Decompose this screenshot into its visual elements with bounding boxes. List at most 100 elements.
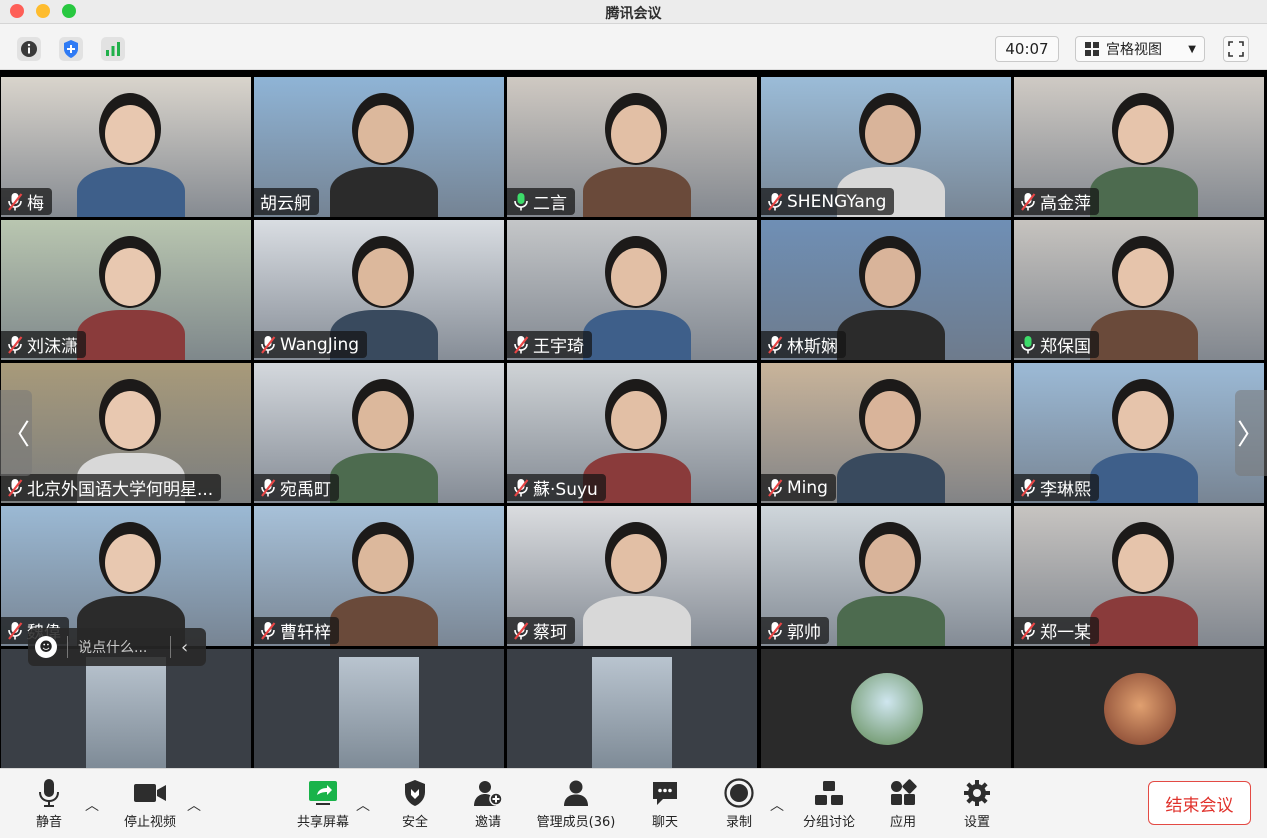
share-screen-button[interactable]: 共享屏幕	[294, 777, 352, 830]
mic-options-chevron-icon[interactable]: ︿	[85, 795, 99, 815]
next-page-arrow-icon[interactable]: 〉	[1235, 390, 1267, 476]
info-icon[interactable]	[17, 37, 41, 61]
participant-video-feed	[86, 657, 166, 768]
participant-video-tile[interactable]: 郑保国	[1014, 220, 1264, 360]
participant-name: SHENGYang	[787, 191, 887, 212]
settings-label: 设置	[963, 815, 990, 830]
participant-video-tile[interactable]: 蔡珂	[507, 506, 757, 646]
share-options-chevron-icon[interactable]: ︿	[356, 795, 370, 815]
chat-button[interactable]: 聊天	[650, 777, 680, 830]
participant-name-tag: 王宇琦	[507, 331, 592, 358]
participant-name-tag: 郭帅	[761, 617, 829, 644]
participant-video-tile[interactable]	[254, 649, 504, 768]
divider	[170, 636, 171, 658]
participant-video-tile[interactable]	[1, 649, 251, 768]
stop-video-button[interactable]: 停止视频	[122, 777, 178, 830]
participant-video-feed	[71, 232, 191, 360]
microphone-muted-icon	[8, 621, 23, 640]
apps-button[interactable]: 应用	[888, 777, 918, 830]
participant-video-feed	[831, 232, 951, 360]
participant-video-feed	[324, 518, 444, 646]
participant-video-tile[interactable]: WangJing	[254, 220, 504, 360]
participant-video-tile[interactable]: 郑一某	[1014, 506, 1264, 646]
record-options-chevron-icon[interactable]: ︿	[770, 795, 784, 815]
participant-name: 郭帅	[787, 623, 821, 643]
shield-icon[interactable]	[59, 37, 83, 61]
participant-video-feed	[831, 518, 951, 646]
participant-name-tag: 郑一某	[1014, 617, 1099, 644]
settings-button[interactable]: 设置	[962, 777, 992, 830]
invite-button[interactable]: 邀请	[473, 777, 503, 830]
signal-icon[interactable]	[101, 37, 125, 61]
participant-name-tag: WangJing	[254, 331, 368, 358]
participant-video-feed	[592, 657, 672, 768]
microphone-muted-icon	[8, 478, 23, 497]
participant-video-tile[interactable]: 蘇·Suyu	[507, 363, 757, 503]
participant-name-tag: 郑保国	[1014, 331, 1099, 358]
chat-placeholder: 说点什么...	[78, 640, 148, 656]
participant-name: 高金萍	[1040, 194, 1091, 214]
participant-video-tile[interactable]: 胡云舸	[254, 77, 504, 217]
avatar	[1104, 673, 1176, 745]
participant-video-tile[interactable]: 刘沫潇	[1, 220, 251, 360]
mute-button[interactable]: 静音	[30, 777, 68, 830]
microphone-muted-icon	[514, 335, 529, 354]
participant-name: Ming	[787, 477, 828, 498]
microphone-muted-icon	[1021, 621, 1036, 640]
participant-video-tile[interactable]: 林斯娴	[761, 220, 1011, 360]
participant-video-tile[interactable]	[507, 649, 757, 768]
participant-video-tile[interactable]: 高金萍	[1014, 77, 1264, 217]
participant-video-tile[interactable]: 王宇琦	[507, 220, 757, 360]
participant-video-tile[interactable]: 郭帅	[761, 506, 1011, 646]
microphone-icon	[39, 779, 59, 807]
title-bar: 腾讯会议	[0, 0, 1267, 24]
participant-video-tile[interactable]: 魏偉	[1, 506, 251, 646]
manage-members-button[interactable]: 管理成员(36)	[536, 777, 616, 830]
participant-name: 胡云舸	[260, 194, 311, 214]
end-meeting-button[interactable]: 结束会议	[1148, 781, 1251, 825]
microphone-muted-icon	[514, 478, 529, 497]
participant-name: 王宇琦	[533, 337, 584, 357]
previous-page-arrow-icon[interactable]: 〈	[0, 390, 32, 476]
gallery-view-dropdown[interactable]: 宫格视图 ▼	[1075, 36, 1205, 62]
participant-video-feed	[324, 89, 444, 217]
participant-name-tag: 林斯娴	[761, 331, 846, 358]
collapse-chat-icon[interactable]: ‹	[181, 637, 188, 658]
participant-video-tile[interactable]: Ming	[761, 363, 1011, 503]
video-options-chevron-icon[interactable]: ︿	[187, 795, 201, 815]
gear-icon	[964, 780, 990, 806]
window-title: 腾讯会议	[605, 6, 662, 22]
microphone-muted-icon	[8, 192, 23, 211]
participant-video-tile[interactable]: 梅	[1, 77, 251, 217]
fullscreen-icon[interactable]	[1223, 36, 1249, 62]
participant-name: 刘沫潇	[27, 337, 78, 357]
participant-video-tile[interactable]: 二言	[507, 77, 757, 217]
participant-video-tile[interactable]	[761, 649, 1011, 768]
participant-video-tile[interactable]: 宛禹町	[254, 363, 504, 503]
participant-video-feed	[1084, 518, 1204, 646]
participant-video-feed	[577, 518, 697, 646]
emoji-icon[interactable]: ☻	[35, 636, 57, 658]
shield-icon	[405, 780, 425, 806]
apps-icon	[891, 779, 917, 805]
mute-label: 静音	[35, 815, 62, 830]
security-label: 安全	[401, 815, 428, 830]
participant-video-tile[interactable]	[1014, 649, 1264, 768]
breakout-label: 分组讨论	[802, 815, 855, 830]
breakout-rooms-button[interactable]: 分组讨论	[800, 777, 858, 830]
record-button[interactable]: 录制	[724, 777, 754, 830]
participant-video-feed	[71, 89, 191, 217]
breakout-rooms-icon	[815, 781, 843, 805]
participant-video-tile[interactable]: 北京外国语大学何明星...	[1, 363, 251, 503]
apps-label: 应用	[889, 815, 916, 830]
participant-video-tile[interactable]: 李琳熙	[1014, 363, 1264, 503]
participant-name: 蔡珂	[533, 623, 567, 643]
participant-video-tile[interactable]: SHENGYang	[761, 77, 1011, 217]
participant-video-tile[interactable]: 曹轩梓	[254, 506, 504, 646]
participant-video-feed	[1084, 89, 1204, 217]
chat-quick-input[interactable]: ☻ 说点什么... ‹	[28, 628, 206, 666]
participant-video-feed	[324, 375, 444, 503]
security-button[interactable]: 安全	[400, 777, 430, 830]
participant-name: 郑一某	[1040, 623, 1091, 643]
participant-video-feed	[577, 232, 697, 360]
